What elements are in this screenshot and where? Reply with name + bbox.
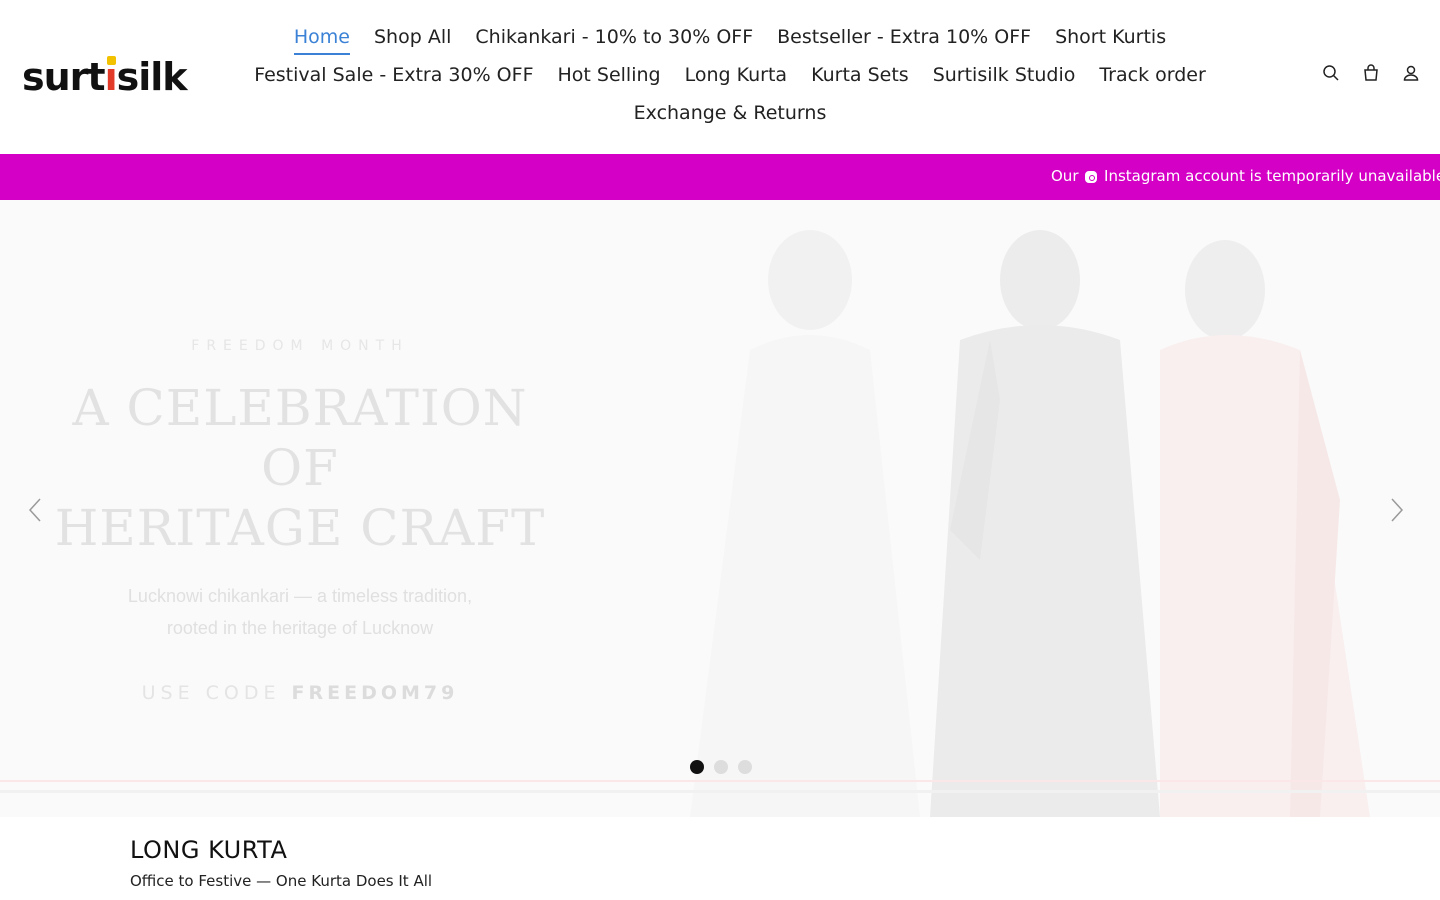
announcement-text-after: Instagram account is temporarily unavail…: [1104, 167, 1440, 185]
announcement-text-before: Our: [1051, 167, 1079, 185]
hero-image: [600, 200, 1440, 817]
nav-item-festival-sale[interactable]: Festival Sale - Extra 30% OFF: [242, 64, 545, 86]
slider-next-arrow-icon[interactable]: [1384, 495, 1408, 525]
hero-copy: FREEDOM MONTH A CELEBRATION OF HERITAGE …: [40, 338, 560, 704]
nav-item-hot-selling[interactable]: Hot Selling: [546, 64, 673, 86]
nav-item-shop-all[interactable]: Shop All: [362, 26, 463, 48]
nav-item-surtisilk-studio[interactable]: Surtisilk Studio: [921, 64, 1088, 86]
nav-item-long-kurta[interactable]: Long Kurta: [673, 64, 799, 86]
hero-eyebrow: FREEDOM MONTH: [191, 338, 409, 354]
hero-divider-2: [0, 790, 1440, 793]
hero-headline: A CELEBRATION OF HERITAGE CRAFT: [40, 378, 560, 558]
nav-item-bestseller[interactable]: Bestseller - Extra 10% OFF: [765, 26, 1043, 48]
site-logo[interactable]: surt ısilk: [22, 52, 188, 99]
hero-divider: [0, 780, 1440, 782]
slider-dot-2[interactable]: [714, 760, 728, 774]
header-icons: [1322, 64, 1420, 82]
nav-item-exchange-returns[interactable]: Exchange & Returns: [622, 102, 839, 124]
hero-promo-code: USE CODE FREEDOM79: [40, 682, 560, 704]
promo-code-value: FREEDOM79: [291, 682, 459, 704]
nav-row-1: Home Shop All Chikankari - 10% to 30% OF…: [220, 18, 1240, 56]
nav-item-short-kurtis[interactable]: Short Kurtis: [1043, 26, 1178, 48]
slider-prev-arrow-icon[interactable]: [24, 495, 48, 525]
hero-headline-line-2: HERITAGE CRAFT: [54, 499, 546, 557]
announcement-bar: Our Instagram account is temporarily una…: [0, 154, 1440, 200]
hero-slider: FREEDOM MONTH A CELEBRATION OF HERITAGE …: [0, 200, 1440, 817]
nav-row-3: Exchange & Returns: [220, 94, 1240, 132]
nav-row-2: Festival Sale - Extra 30% OFF Hot Sellin…: [220, 56, 1240, 94]
site-header: surtısilk surtisilk Home Shop All Chikan…: [0, 0, 1440, 154]
search-icon[interactable]: [1322, 64, 1340, 82]
cart-icon[interactable]: [1362, 64, 1380, 82]
account-icon[interactable]: [1402, 64, 1420, 82]
nav-item-track-order[interactable]: Track order: [1087, 64, 1217, 86]
promo-code-label: USE CODE: [141, 682, 281, 704]
hero-subcopy-line-1: Lucknowi chikankari — a timeless traditi…: [127, 586, 473, 606]
slider-dot-1[interactable]: [690, 760, 704, 774]
instagram-icon: [1085, 171, 1098, 183]
section-title: LONG KURTA: [130, 836, 288, 864]
slider-dots: [690, 760, 752, 774]
nav-item-kurta-sets[interactable]: Kurta Sets: [799, 64, 921, 86]
nav-item-chikankari[interactable]: Chikankari - 10% to 30% OFF: [463, 26, 765, 48]
announcement-text: Our Instagram account is temporarily una…: [1051, 167, 1440, 185]
main-nav: Home Shop All Chikankari - 10% to 30% OF…: [220, 18, 1240, 132]
nav-item-home[interactable]: Home: [282, 26, 362, 55]
hero-subcopy: Lucknowi chikankari — a timeless traditi…: [40, 580, 560, 644]
hero-headline-line-1: A CELEBRATION OF: [72, 379, 528, 497]
hero-subcopy-line-2: rooted in the heritage of Lucknow: [166, 618, 434, 638]
slider-dot-3[interactable]: [738, 760, 752, 774]
logo-text: surt ısilk: [22, 55, 188, 99]
section-subtitle: Office to Festive — One Kurta Does It Al…: [130, 872, 433, 890]
